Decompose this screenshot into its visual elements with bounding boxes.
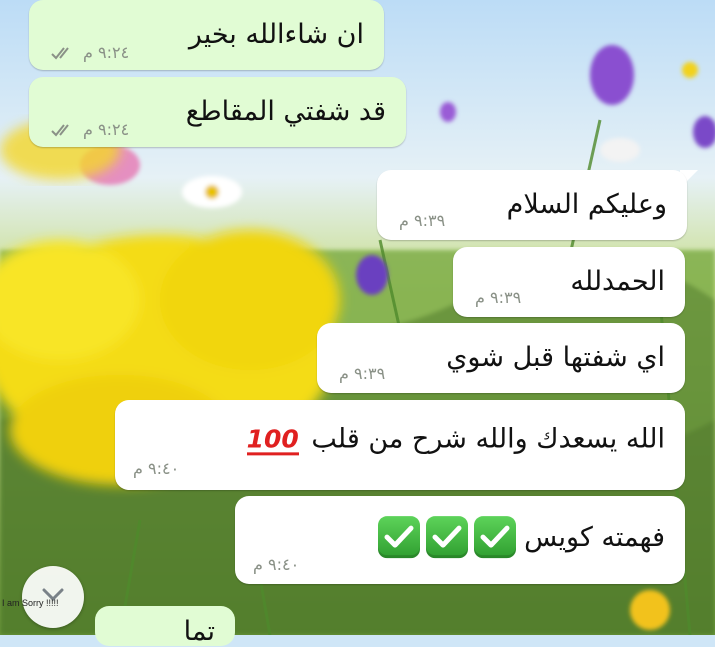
message-meta: ٩:٢٤ م [51, 120, 129, 139]
message-bubble-outgoing[interactable]: قد شفتي المقاطع ٩:٢٤ م [29, 77, 406, 147]
message-text: ان شاءالله بخير [188, 18, 364, 50]
message-text: وعليكم السلام [506, 188, 667, 220]
message-time: ٩:٢٤ م [83, 120, 130, 139]
message-meta: ٩:٢٤ م [51, 43, 129, 62]
message-bubble-incoming[interactable]: اي شفتها قبل شوي ٩:٣٩ م [317, 323, 685, 393]
message-meta: ٩:٣٩ م [475, 288, 521, 307]
message-text: الله يسعدك والله شرح من قلب 100 [243, 423, 665, 456]
message-meta: ٩:٣٩ م [339, 364, 385, 383]
message-text: الحمدلله [570, 265, 665, 297]
message-text-content: فهمته كويس [524, 521, 665, 553]
read-receipt-icon [51, 123, 69, 136]
message-text-content: الله يسعدك والله شرح من قلب [311, 423, 665, 455]
message-bubble-incoming[interactable]: الحمدلله ٩:٣٩ م [453, 247, 685, 317]
check-mark-button-icon [474, 516, 517, 559]
message-time: ٩:٤٠ م [133, 459, 180, 478]
check-mark-button-icon [378, 516, 421, 559]
hundred-points-icon: 100 [246, 424, 299, 456]
message-meta: ٩:٤٠ م [253, 555, 299, 574]
message-time: ٩:٣٩ م [399, 211, 446, 230]
scroll-down-button[interactable] [22, 566, 84, 628]
message-text: اي شفتها قبل شوي [446, 341, 665, 373]
message-text: تما [183, 616, 215, 647]
message-bubble-incoming[interactable]: الله يسعدك والله شرح من قلب 100 ٩:٤٠ م [115, 400, 685, 490]
message-bubble-outgoing[interactable]: ان شاءالله بخير ٩:٢٤ م [29, 0, 384, 70]
check-mark-button-icon [426, 516, 469, 559]
message-text: قد شفتي المقاطع [185, 95, 386, 127]
message-time: ٩:٢٤ م [83, 43, 130, 62]
read-receipt-icon [51, 46, 69, 59]
message-bubble-incoming[interactable]: وعليكم السلام ٩:٣٩ م [377, 170, 687, 240]
message-meta: ٩:٤٠ م [133, 459, 179, 478]
overlay-caption: I am Sorry !!!!! [2, 598, 59, 608]
message-bubble-incoming[interactable]: فهمته كويس ٩:٤٠ م [235, 496, 685, 584]
message-time: ٩:٣٩ م [339, 364, 386, 383]
message-text: فهمته كويس [372, 516, 665, 559]
message-meta: ٩:٣٩ م [399, 211, 445, 230]
message-time: ٩:٣٩ م [475, 288, 522, 307]
message-time: ٩:٤٠ م [253, 555, 300, 574]
message-bubble-outgoing-partial[interactable]: تما [95, 606, 235, 647]
